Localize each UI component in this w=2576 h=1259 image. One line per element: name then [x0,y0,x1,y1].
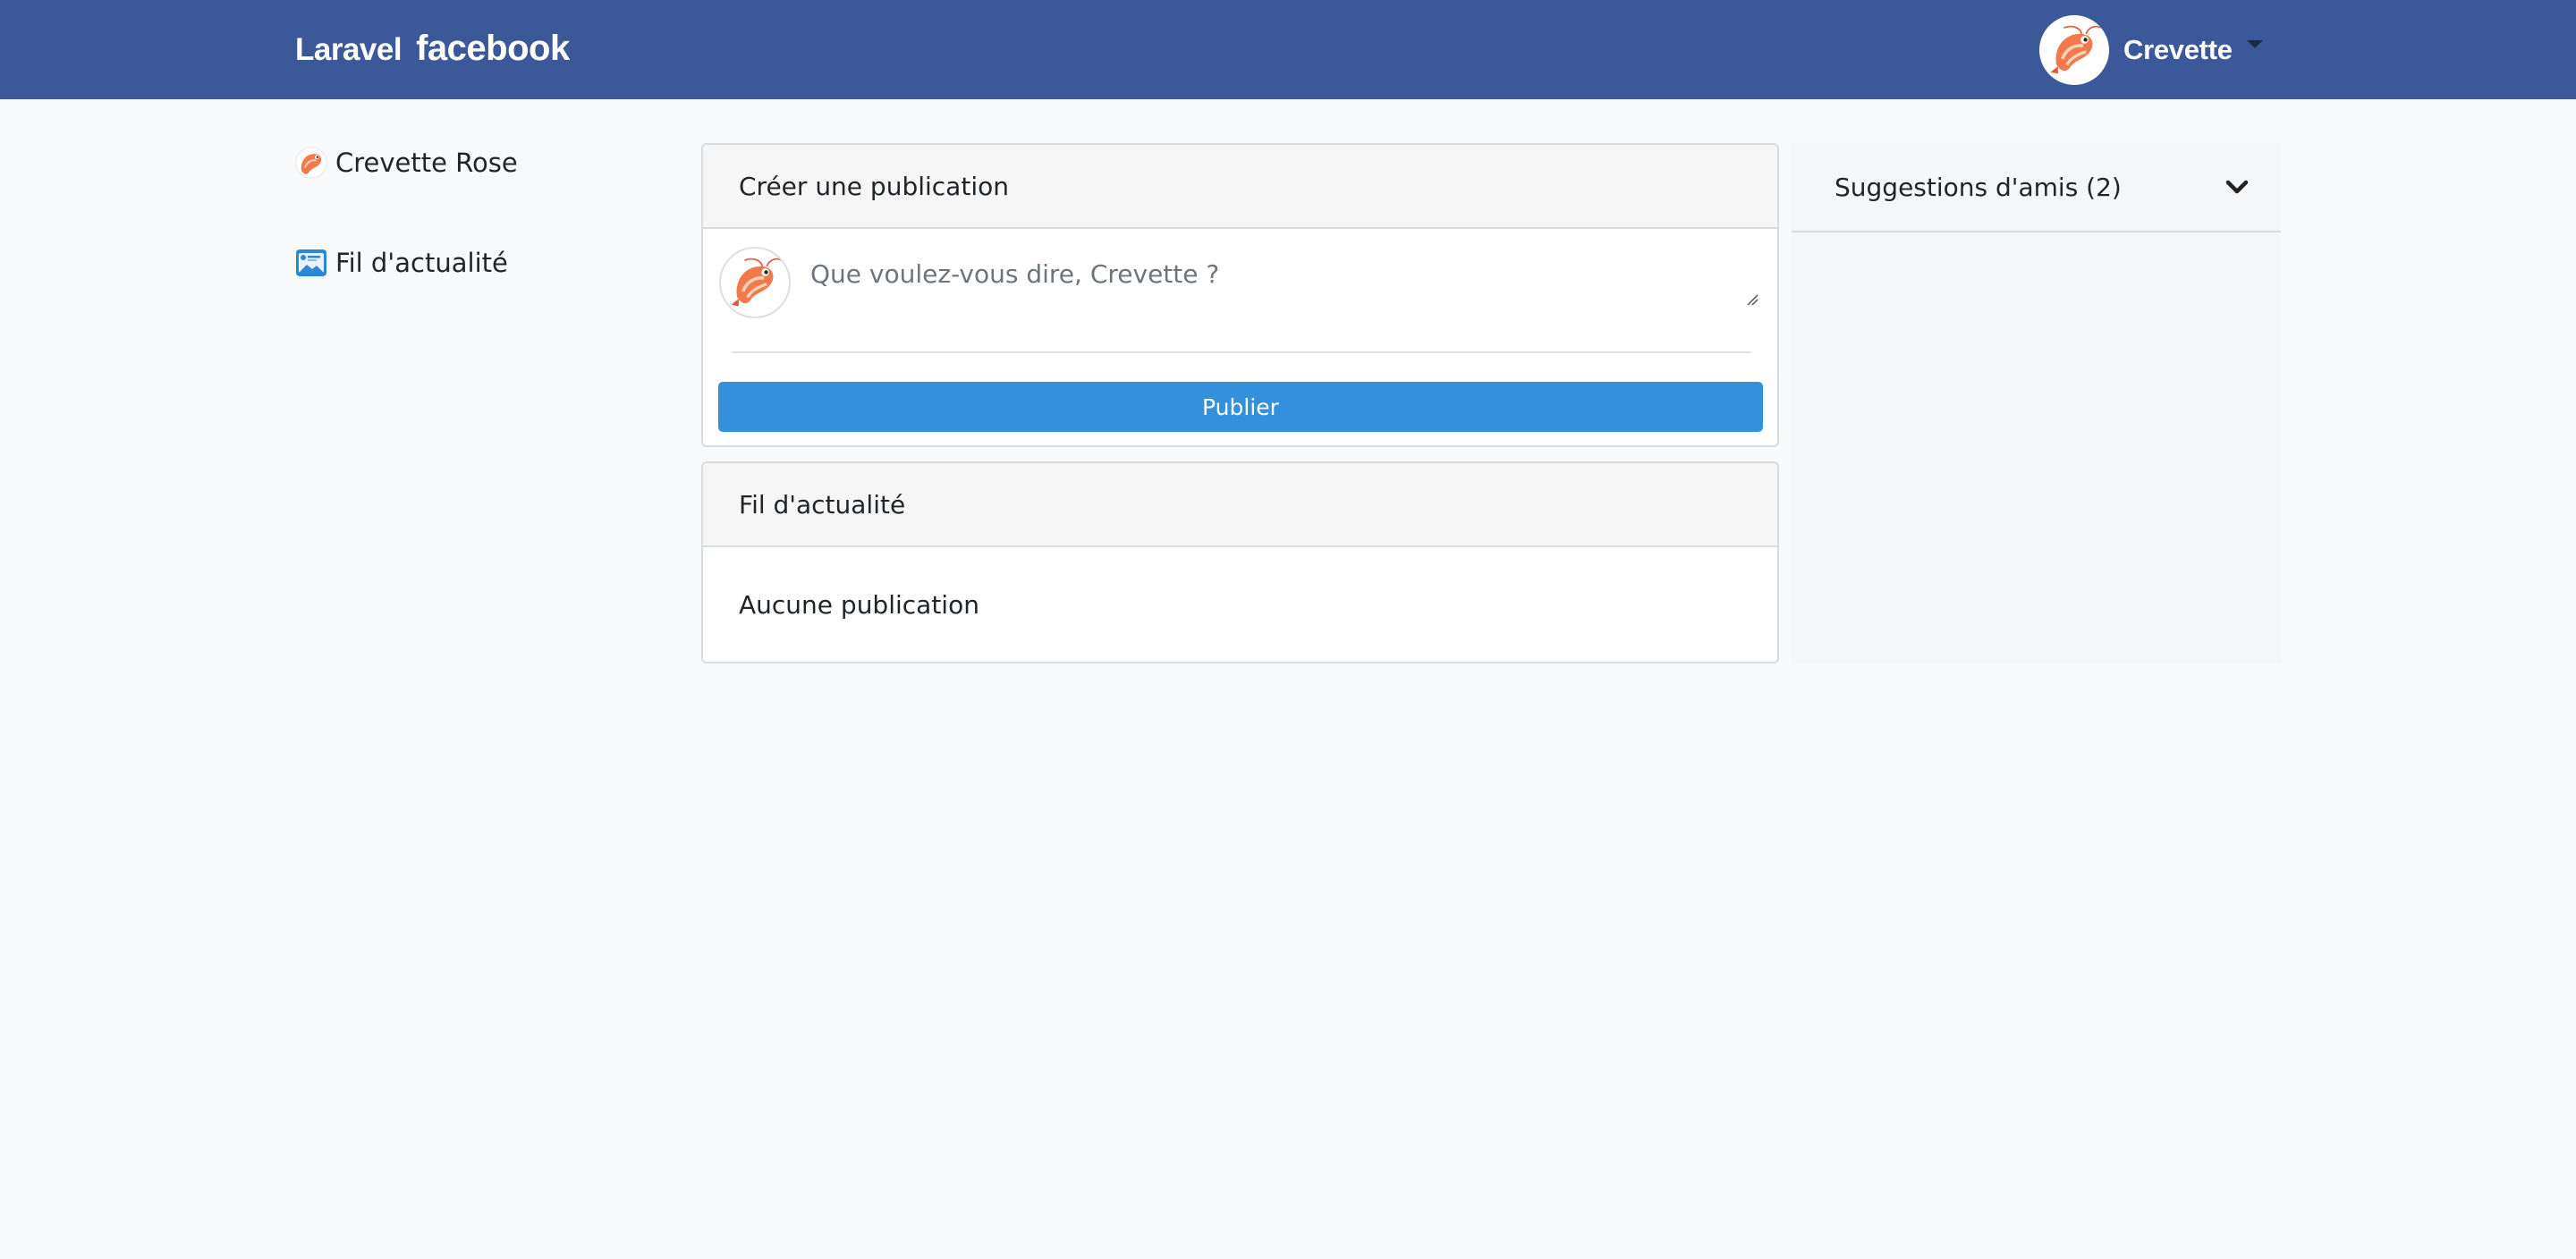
news-feed-card: Fil d'actualité Aucune publication [701,461,1779,663]
news-feed-header: Fil d'actualité [703,463,1777,547]
create-post-title: Créer une publication [739,171,1009,201]
friend-suggestions-title: Suggestions d'amis (2) [1835,172,2122,202]
friend-suggestions-toggle[interactable]: Suggestions d'amis (2) [1792,143,2281,232]
feed-empty-message: Aucune publication [739,590,979,620]
post-content-input[interactable] [810,243,1750,315]
shrimp-avatar-icon [295,147,327,179]
brand-prefix: Laravel [295,32,402,67]
resize-handle-icon[interactable] [1746,293,1758,306]
publish-button[interactable]: Publier [718,382,1763,432]
sidebar-item-label: Crevette Rose [335,148,518,178]
news-feed-icon [295,247,327,279]
user-menu-toggle[interactable]: Crevette [2039,14,2263,86]
chevron-down-icon [2225,179,2249,195]
nav-username: Crevette [2123,34,2233,65]
sidebar-item-profile[interactable]: Crevette Rose [295,143,671,182]
top-navbar: Laravel facebook Crevette [0,0,2576,99]
composer-divider [732,351,1751,353]
create-post-header: Créer une publication [703,145,1777,229]
brand-logo-link[interactable]: Laravel facebook [295,29,570,70]
sidebar-item-label: Fil d'actualité [335,248,508,278]
shrimp-avatar-icon [719,247,791,318]
shrimp-avatar-icon [2039,15,2109,85]
news-feed-title: Fil d'actualité [739,489,906,520]
caret-down-icon [2246,39,2263,48]
friend-suggestions-panel: Suggestions d'amis (2) [1792,143,2281,663]
left-sidebar: Crevette Rose Fil d'actualité [295,143,671,283]
sidebar-item-news-feed[interactable]: Fil d'actualité [295,243,671,283]
brand-name: facebook [416,29,570,68]
create-post-card: Créer une publication Publier [701,143,1779,447]
